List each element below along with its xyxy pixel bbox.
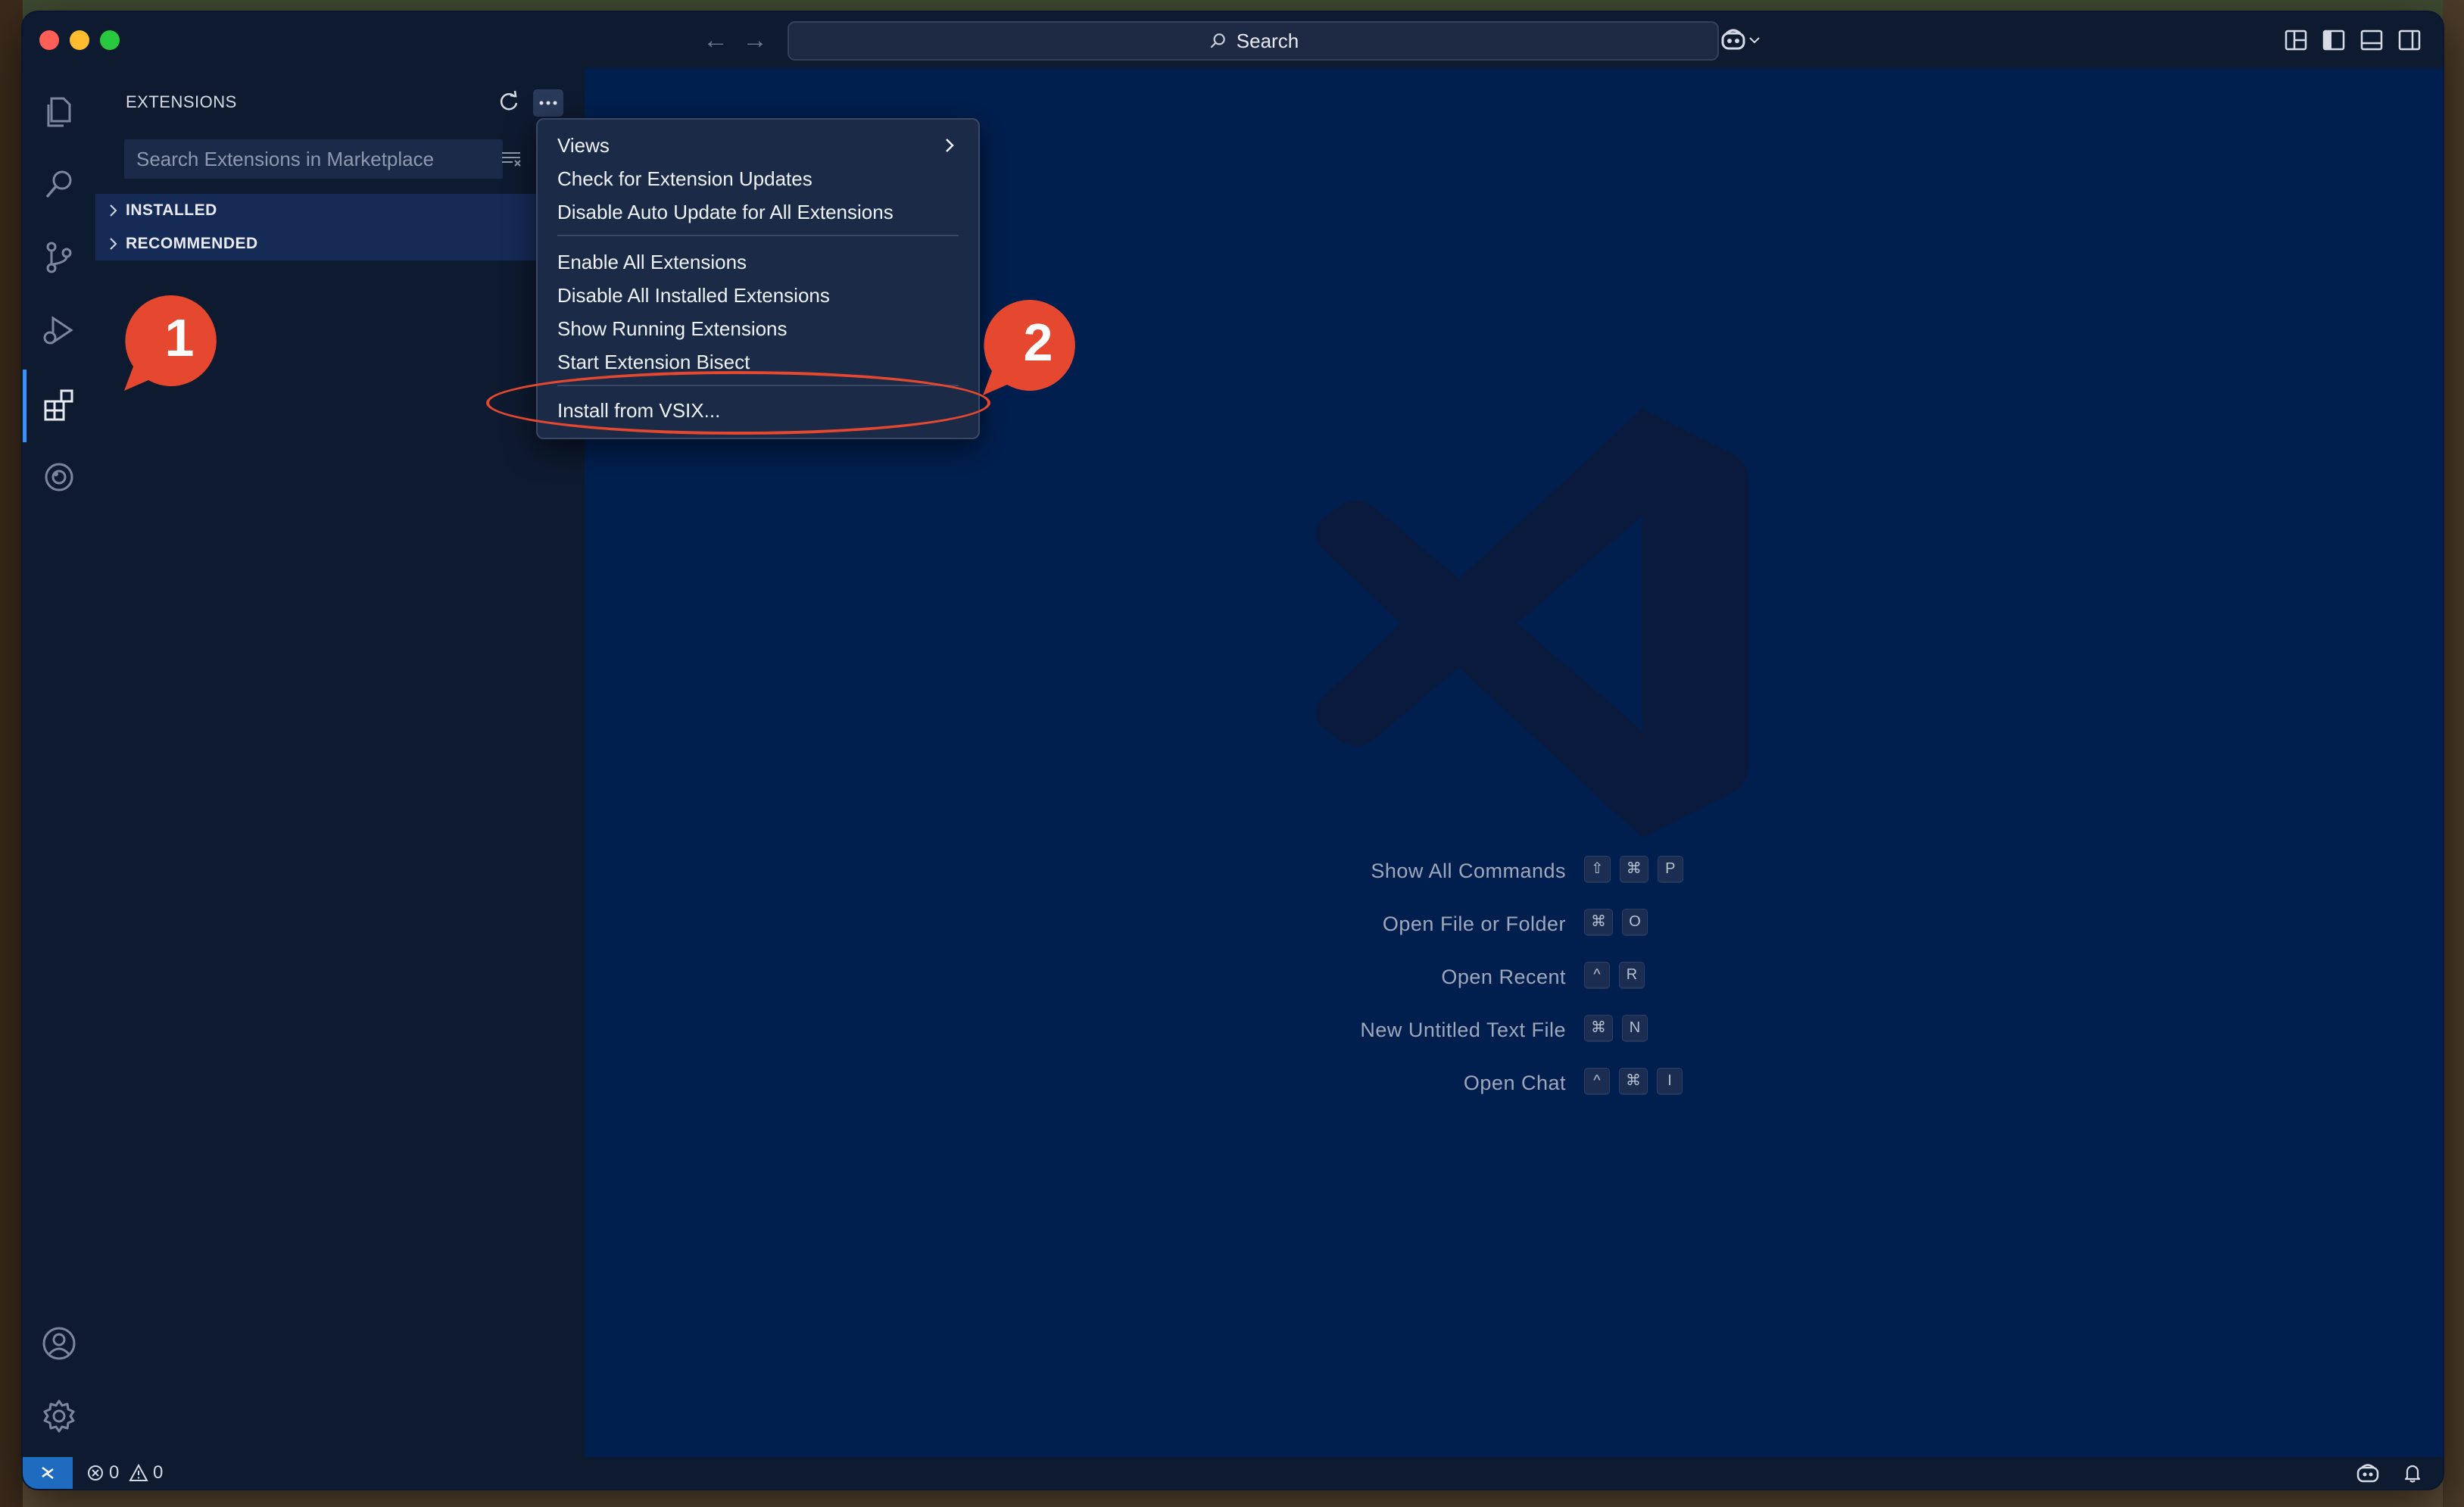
source-control-icon[interactable] [41,239,77,276]
ellipsis-icon [539,101,557,105]
key-cap: R [1619,962,1645,989]
shortcut-show-all-commands[interactable]: Show All Commands ⇧ ⌘ P [1371,856,1692,886]
section-recommended[interactable]: RECOMMENDED [95,227,585,261]
menu-item-label: Disable Auto Update for All Extensions [557,201,894,223]
error-icon[interactable] [86,1464,104,1482]
refresh-icon[interactable] [497,89,521,114]
shortcut-open-chat[interactable]: Open Chat ^ ⌘ I [1464,1068,1692,1098]
chevron-right-icon [110,204,117,217]
minimize-window-button[interactable] [70,30,89,50]
shortcut-new-untitled-text-file[interactable]: New Untitled Text File ⌘ N [1360,1015,1657,1045]
settings-gear-icon[interactable] [41,1398,77,1434]
remote-indicator-button[interactable] [23,1457,73,1489]
sidebar-title: EXTENSIONS [126,92,237,111]
key-cap: N [1622,1015,1648,1042]
shortcut-open-file-or-folder[interactable]: Open File or Folder ⌘ O [1383,909,1657,939]
copilot-status-icon[interactable] [2355,1462,2381,1484]
vscode-logo-watermark-icon [1315,408,1750,838]
menu-item-disable-all-installed[interactable]: Disable All Installed Extensions [557,279,830,312]
active-indicator [23,370,27,442]
menu-item-label: Disable All Installed Extensions [557,284,830,307]
warning-count[interactable]: 0 [153,1457,163,1489]
search-placeholder: Search Extensions in Marketplace [136,148,435,170]
chevron-down-icon [1749,37,1760,44]
zoom-window-button[interactable] [100,30,120,50]
key-cap: I [1657,1068,1683,1095]
search-label: Search [1236,29,1299,52]
filter-extensions-icon[interactable] [500,148,522,170]
menu-item-disable-auto-update[interactable]: Disable Auto Update for All Extensions [557,195,894,229]
files-icon[interactable] [41,94,77,130]
shortcut-open-recent[interactable]: Open Recent ^ R [1441,962,1654,992]
copilot-menu[interactable] [1719,26,1761,55]
key-cap: ⌘ [1619,1068,1648,1095]
key-cap: ⌘ [1619,856,1648,883]
annotation-badge-1: 1 [120,291,218,394]
extensions-icon[interactable] [41,386,77,423]
menu-item-label: Enable All Extensions [557,251,747,273]
menu-item-check-updates[interactable]: Check for Extension Updates [557,162,812,195]
vscode-window: ← → Search EXTENSIONS Search Extensions … [23,12,2443,1489]
status-bar: 0 0 [23,1457,2443,1489]
chevron-right-icon [946,139,954,152]
background-tree [0,0,23,1507]
copilot-icon [1721,29,1745,50]
shortcut-label: Open File or Folder [1382,913,1566,935]
section-label: INSTALLED [126,201,217,219]
key-cap: ^ [1584,962,1610,989]
key-cap: ⌘ [1584,1015,1613,1042]
section-label: RECOMMENDED [126,235,258,252]
menu-item-enable-all[interactable]: Enable All Extensions [557,245,747,279]
menu-item-label: Show Running Extensions [557,317,788,340]
error-count[interactable]: 0 [109,1457,119,1489]
forward-arrow-icon[interactable]: → [742,26,768,55]
notifications-bell-icon[interactable] [2402,1462,2423,1484]
key-cap: O [1622,909,1648,936]
toggle-secondary-sidebar-icon[interactable] [2397,28,2422,52]
chevron-right-icon [110,238,117,250]
menu-item-label: Check for Extension Updates [557,167,812,190]
key-cap: ⌘ [1584,909,1613,936]
toggle-panel-icon[interactable] [2360,28,2384,52]
customize-layout-icon[interactable] [2284,28,2308,52]
annotation-badge-2: 2 [978,295,1077,398]
badge-number: 2 [1023,313,1053,372]
menu-item-label: Start Extension Bisect [557,351,750,373]
key-cap: ^ [1584,1068,1610,1095]
shortcut-label: Open Chat [1463,1072,1566,1094]
activity-bar [23,68,95,1457]
close-window-button[interactable] [39,30,59,50]
menu-item-label: Views [557,134,610,157]
command-center-search[interactable]: Search [788,21,1719,61]
menu-item-views[interactable]: Views [557,129,610,162]
remote-explorer-icon[interactable] [41,459,77,495]
title-bar: ← → Search [23,12,2443,68]
key-cap: ⇧ [1584,856,1611,883]
run-debug-icon[interactable] [41,312,77,348]
warning-icon[interactable] [129,1464,148,1482]
account-icon[interactable] [41,1325,77,1362]
search-icon[interactable] [41,167,77,203]
toggle-primary-sidebar-icon[interactable] [2322,28,2346,52]
remote-icon [42,1467,54,1479]
badge-number: 1 [164,308,195,367]
extensions-sidebar: EXTENSIONS Search Extensions in Marketpl… [95,68,585,1457]
search-icon [1210,33,1225,48]
extensions-search-input[interactable]: Search Extensions in Marketplace [124,139,503,179]
section-installed[interactable]: INSTALLED [95,194,585,227]
shortcut-label: New Untitled Text File [1360,1019,1566,1041]
back-arrow-icon[interactable]: ← [703,26,728,55]
highlight-ring [486,371,990,435]
menu-item-show-running[interactable]: Show Running Extensions [557,312,788,345]
menu-separator [557,235,959,236]
shortcut-label: Show All Commands [1371,860,1566,882]
shortcut-label: Open Recent [1441,966,1566,988]
background-tree [2443,0,2464,1507]
more-actions-button[interactable] [533,89,563,117]
key-cap: P [1657,856,1683,883]
